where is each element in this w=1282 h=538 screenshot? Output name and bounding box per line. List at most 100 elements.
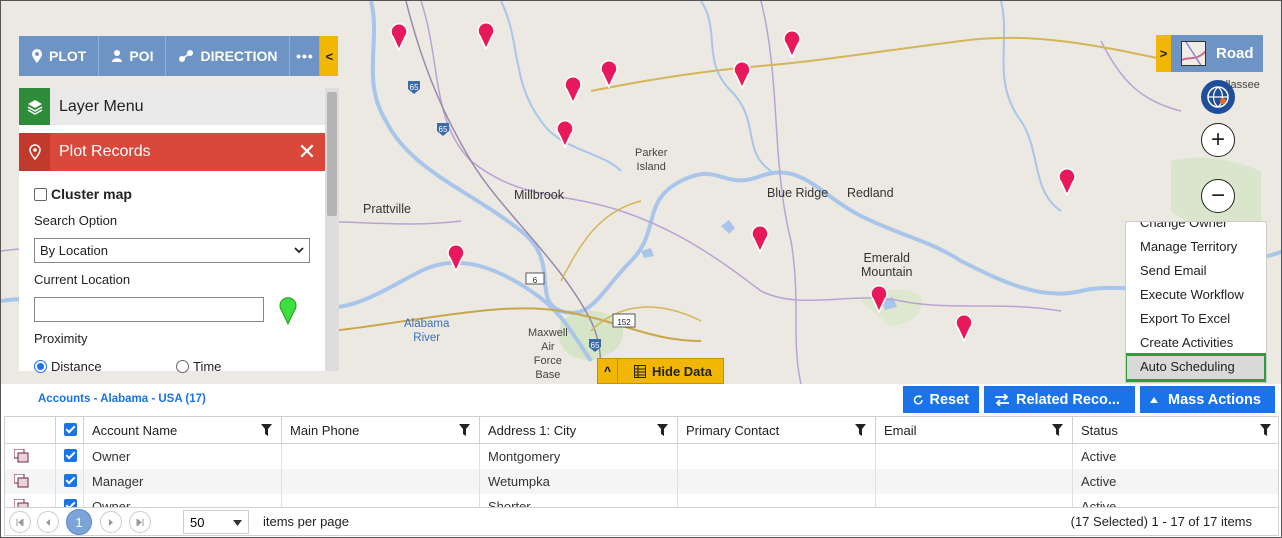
menu-item-change-owner[interactable]: Change Owner (1140, 222, 1227, 230)
pager: 1 50 items per page (17 Selected) 1 - 17… (4, 508, 1279, 536)
column-header-account-name[interactable]: Account Name (83, 417, 281, 444)
map-pin[interactable] (476, 20, 496, 50)
map-canvas[interactable]: 65 65 6 152 65 Prattville Millbrook Park… (1, 1, 1281, 384)
direction-label: DIRECTION (200, 48, 278, 64)
scrollbar-thumb[interactable] (327, 92, 337, 216)
next-page-button[interactable] (100, 511, 122, 533)
cell-email (875, 469, 1072, 494)
current-location-input[interactable] (34, 297, 264, 322)
filter-icon[interactable] (657, 424, 668, 436)
place-label: Redland (847, 186, 894, 200)
select-all-checkbox[interactable] (64, 423, 77, 436)
first-page-button[interactable] (9, 511, 31, 533)
cell-account-name[interactable]: Manager (83, 469, 281, 494)
reset-button[interactable]: Reset (903, 386, 979, 413)
map-pin[interactable] (782, 28, 802, 58)
direction-button[interactable]: DIRECTION (166, 36, 291, 76)
cell-city: Wetumpka (479, 469, 677, 494)
row-checkbox[interactable] (64, 499, 77, 507)
prev-page-button[interactable] (37, 511, 59, 533)
row-checkbox[interactable] (64, 449, 77, 462)
map-pin[interactable] (732, 59, 752, 89)
more-tools-button[interactable]: ••• (290, 36, 321, 76)
menu-item-manage-territory[interactable]: Manage Territory (1140, 239, 1237, 254)
toolbar-collapse-toggle[interactable]: < (320, 36, 339, 76)
map-pin[interactable] (389, 21, 409, 51)
distance-option[interactable]: Distance (34, 359, 102, 374)
filter-icon[interactable] (261, 424, 272, 436)
table-row[interactable]: Owner Shorter Active (5, 494, 1278, 508)
green-location-pin-icon[interactable] (278, 295, 298, 326)
filter-icon[interactable] (459, 424, 470, 436)
zoom-in-button[interactable]: + (1201, 123, 1235, 157)
mass-actions-button[interactable]: Mass Actions (1140, 386, 1275, 413)
page-size-select[interactable]: 50 (183, 510, 249, 534)
menu-item-send-email[interactable]: Send Email (1140, 263, 1206, 278)
cluster-map-checkbox[interactable] (34, 188, 47, 201)
last-page-button[interactable] (129, 511, 151, 533)
cell-primary-contact (677, 444, 875, 469)
current-page-button[interactable]: 1 (66, 509, 92, 535)
poi-button[interactable]: POI (99, 36, 167, 76)
hide-data-button[interactable]: Hide Data (618, 359, 723, 383)
left-panel: Layer Menu Plot Records ✕ Cluster map Se… (19, 88, 339, 374)
map-pin[interactable] (563, 74, 583, 104)
cluster-map-option[interactable]: Cluster map (34, 186, 132, 202)
map-pin[interactable] (555, 118, 575, 148)
cell-account-name[interactable]: Owner (83, 444, 281, 469)
refresh-icon (913, 394, 923, 404)
filter-icon[interactable] (1052, 424, 1063, 436)
column-header-email[interactable]: Email (875, 417, 1072, 444)
hide-data-toggle[interactable]: ^ (598, 359, 618, 383)
column-header-main-phone[interactable]: Main Phone (281, 417, 479, 444)
page-size-value: 50 (190, 515, 205, 530)
record-icon[interactable] (14, 449, 29, 463)
map-pin[interactable] (599, 58, 619, 88)
menu-item-export-to-excel[interactable]: Export To Excel (1140, 311, 1230, 326)
column-label: Status (1081, 423, 1118, 438)
table-row[interactable]: Owner Montgomery Active (5, 444, 1278, 469)
map-type-toggle[interactable]: > (1156, 35, 1171, 72)
table-row[interactable]: Manager Wetumpka Active (5, 469, 1278, 494)
map-pin[interactable] (750, 223, 770, 253)
plot-button[interactable]: PLOT (19, 36, 100, 76)
zoom-out-button[interactable]: − (1201, 179, 1235, 213)
last-page-icon (136, 518, 144, 526)
map-pin[interactable] (446, 242, 466, 272)
place-label: Alabama River (404, 318, 450, 344)
panel-scrollbar[interactable] (325, 88, 339, 371)
cell-main-phone (281, 494, 479, 507)
layer-menu-header[interactable]: Layer Menu (19, 88, 339, 125)
road-shield-label: 65 (409, 83, 419, 92)
road-map-button[interactable]: Road (1171, 35, 1263, 72)
filter-icon[interactable] (855, 424, 866, 436)
menu-item-execute-workflow[interactable]: Execute Workflow (1140, 287, 1244, 302)
filter-icon[interactable] (1260, 424, 1271, 436)
row-select-cell (55, 444, 83, 469)
row-checkbox[interactable] (64, 474, 77, 487)
globe-button[interactable] (1201, 80, 1235, 114)
map-pin[interactable] (954, 312, 974, 342)
distance-radio[interactable] (34, 360, 47, 373)
grid-title[interactable]: Accounts - Alabama - USA (17) (38, 393, 206, 405)
cell-account-name[interactable]: Owner (83, 494, 281, 507)
record-icon[interactable] (14, 499, 29, 508)
close-icon[interactable]: ✕ (289, 139, 325, 165)
road-shield-label: 65 (590, 341, 600, 350)
search-option-select[interactable]: By Location (34, 238, 310, 263)
map-pin[interactable] (1057, 166, 1077, 196)
column-header-city[interactable]: Address 1: City (479, 417, 677, 444)
column-header-status[interactable]: Status (1072, 417, 1278, 444)
time-option[interactable]: Time (176, 359, 221, 374)
menu-item-auto-scheduling[interactable]: Auto Scheduling (1140, 359, 1235, 374)
menu-item-create-activities[interactable]: Create Activities (1140, 335, 1233, 350)
cell-primary-contact (677, 494, 875, 507)
pager-info: (17 Selected) 1 - 17 of 17 items (1070, 514, 1252, 529)
related-records-button[interactable]: Related Reco... (984, 386, 1135, 413)
map-pin[interactable] (869, 283, 889, 313)
column-header-primary-contact[interactable]: Primary Contact (677, 417, 875, 444)
time-radio[interactable] (176, 360, 189, 373)
chevron-down-icon (294, 247, 304, 254)
record-icon[interactable] (14, 474, 29, 488)
road-shield-label: 6 (532, 276, 538, 285)
